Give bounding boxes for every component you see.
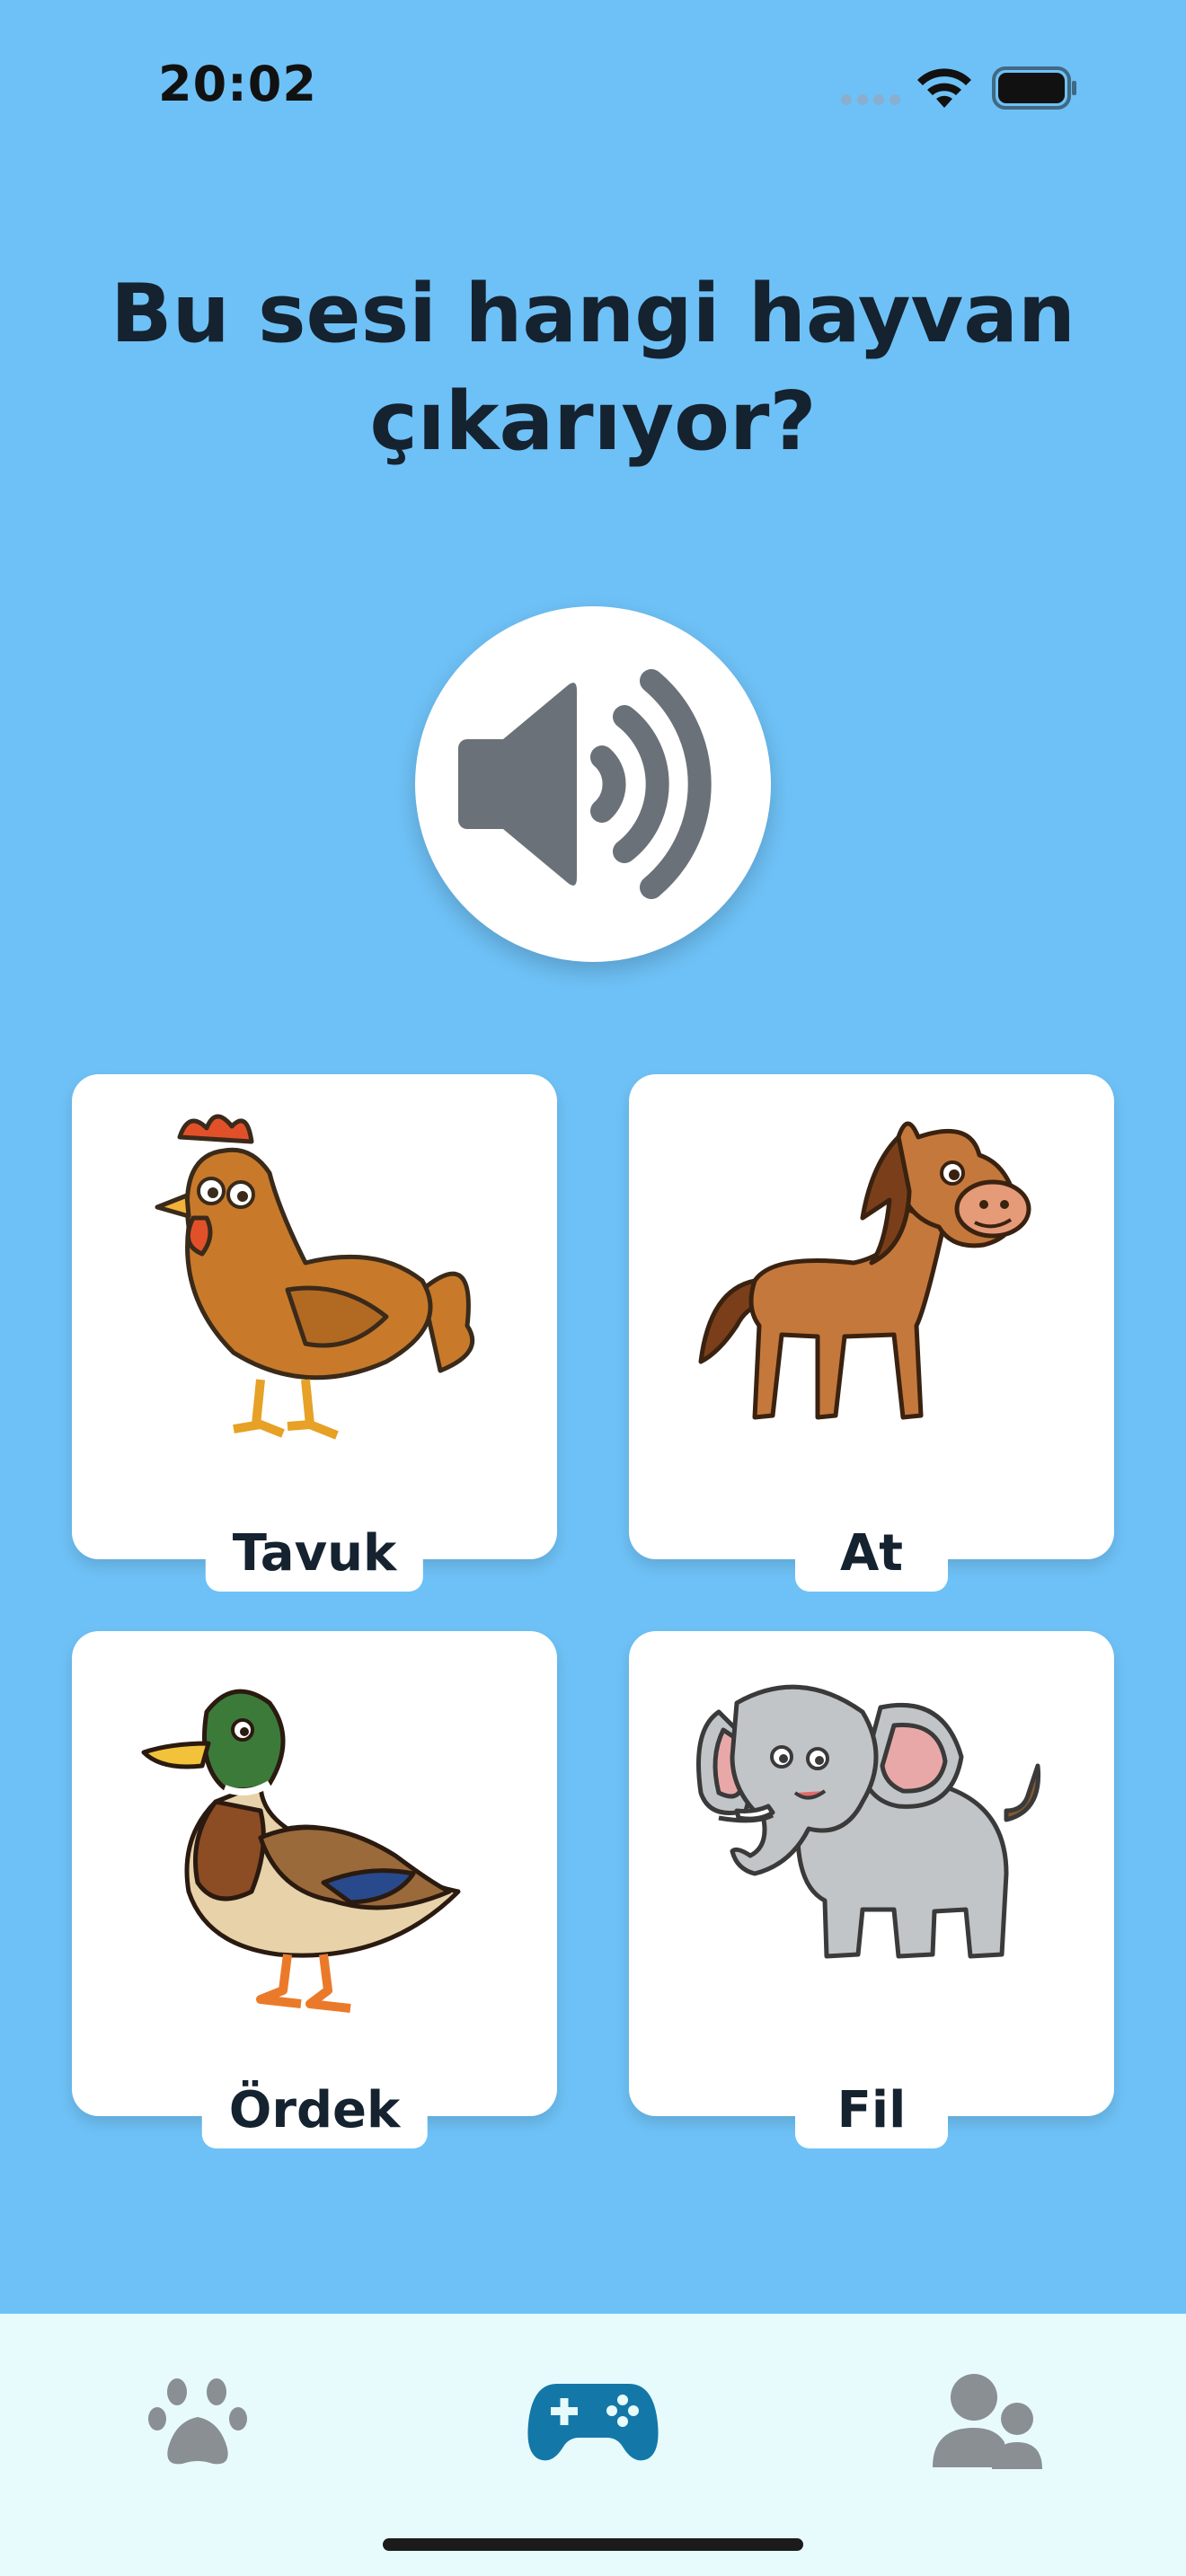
option-label: Ördek [201,2076,428,2148]
question-line-1: Bu sesi hangi hayvan [110,267,1076,361]
option-card-ordek[interactable]: Ördek [72,1631,557,2148]
speaker-volume-icon [458,669,712,899]
option-card-tavuk[interactable]: Tavuk [72,1074,557,1592]
users-icon [933,2374,1042,2469]
tab-animals[interactable] [108,2350,288,2493]
horse-illustration [698,1121,1031,1420]
duck-illustration [141,1689,461,2013]
tab-bar [0,2314,1186,2576]
play-sound-button[interactable] [415,606,771,962]
battery-icon [992,66,1076,110]
option-label: Tavuk [205,1519,424,1592]
tab-profile[interactable] [898,2350,1078,2493]
paw-icon [148,2378,247,2465]
home-indicator [383,2538,803,2551]
wifi-icon [917,68,971,108]
chicken-illustration [155,1114,475,1440]
status-time: 20:02 [158,56,317,112]
elephant-illustration [696,1684,1041,1959]
gamepad-icon [527,2384,659,2461]
cellular-signal-icon [841,94,900,105]
option-label: At [795,1519,948,1592]
status-bar: 20:02 [0,0,1186,171]
option-card-fil[interactable]: Fil [629,1631,1114,2148]
tab-games[interactable] [503,2350,683,2493]
question-title: Bu sesi hangi hayvan çıkarıyor? [99,260,1087,476]
question-line-2: çıkarıyor? [369,375,817,469]
option-card-at[interactable]: At [629,1074,1114,1592]
option-label: Fil [795,2076,948,2148]
